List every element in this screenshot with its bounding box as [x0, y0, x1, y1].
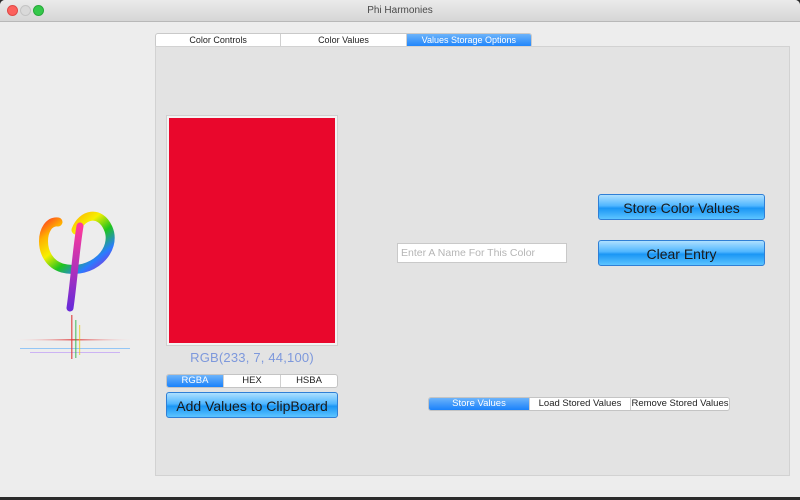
storage-store-values[interactable]: Store Values [429, 398, 530, 410]
storage-load-stored-values[interactable]: Load Stored Values [530, 398, 631, 410]
store-color-values-button[interactable]: Store Color Values [598, 194, 765, 220]
window-title: Phi Harmonies [367, 5, 433, 16]
rgb-value-text: RGB(233, 7, 44,100) [190, 350, 314, 365]
format-hex[interactable]: HEX [224, 375, 281, 387]
clear-entry-button[interactable]: Clear Entry [598, 240, 765, 266]
title-bar[interactable]: Phi Harmonies [0, 0, 800, 22]
color-name-input[interactable] [397, 243, 567, 263]
add-to-clipboard-button[interactable]: Add Values to ClipBoard [166, 392, 338, 418]
format-rgba[interactable]: RGBA [167, 375, 224, 387]
storage-remove-stored-values[interactable]: Remove Stored Values [631, 398, 729, 410]
storage-selector: Store Values Load Stored Values Remove S… [428, 397, 730, 411]
logo [0, 190, 155, 370]
color-swatch [169, 118, 335, 343]
format-selector: RGBA HEX HSBA [166, 374, 338, 388]
phi-logo-icon [10, 211, 140, 359]
format-hsba[interactable]: HSBA [281, 375, 337, 387]
app-window: Phi Harmonies Color Controls Color Value… [0, 0, 800, 497]
color-swatch-frame [166, 115, 338, 346]
